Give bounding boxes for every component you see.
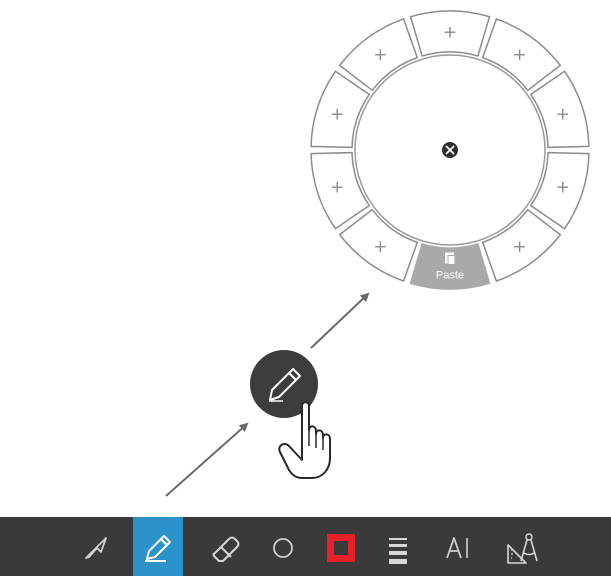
eraser-tool[interactable] xyxy=(200,517,250,576)
color-swatch-tool[interactable] xyxy=(316,517,366,576)
plus-icon: + xyxy=(330,178,344,198)
add-slot-button[interactable]: + xyxy=(409,10,491,57)
circle-shape-tool[interactable] xyxy=(258,517,308,576)
geometry-tools[interactable] xyxy=(497,517,547,576)
circle-shape-icon xyxy=(273,538,293,558)
pen-icon xyxy=(145,535,171,562)
paste-label: Paste xyxy=(436,270,464,282)
bottom-toolbar xyxy=(0,517,611,576)
plus-icon: + xyxy=(556,178,570,198)
plus-icon: + xyxy=(330,104,344,124)
arrow-to-button xyxy=(165,422,249,497)
radial-menu: Paste + + + + + + + + + xyxy=(165,10,590,497)
text-tool[interactable] xyxy=(433,517,483,576)
plus-icon: + xyxy=(443,23,457,43)
plus-icon: + xyxy=(513,237,527,257)
close-icon[interactable] xyxy=(442,142,458,158)
eraser-icon xyxy=(212,536,240,562)
plus-icon: + xyxy=(513,45,527,65)
pen-tool[interactable] xyxy=(133,517,183,576)
plus-icon: + xyxy=(373,237,387,257)
geometry-tools-icon xyxy=(507,533,538,564)
text-tool-icon xyxy=(446,537,468,559)
paste-icon xyxy=(445,252,456,265)
line-width-icon xyxy=(389,538,407,564)
color-swatch-icon xyxy=(327,534,355,562)
plus-icon: + xyxy=(373,45,387,65)
line-width-tool[interactable] xyxy=(373,517,423,576)
plus-icon: + xyxy=(556,104,570,124)
paste-slot[interactable]: Paste xyxy=(409,243,491,290)
select-arrow-tool[interactable] xyxy=(70,517,120,576)
arrow-to-menu xyxy=(310,292,370,349)
select-arrow-icon xyxy=(85,537,107,559)
canvas[interactable]: Paste + + + + + + + + + xyxy=(0,0,611,576)
